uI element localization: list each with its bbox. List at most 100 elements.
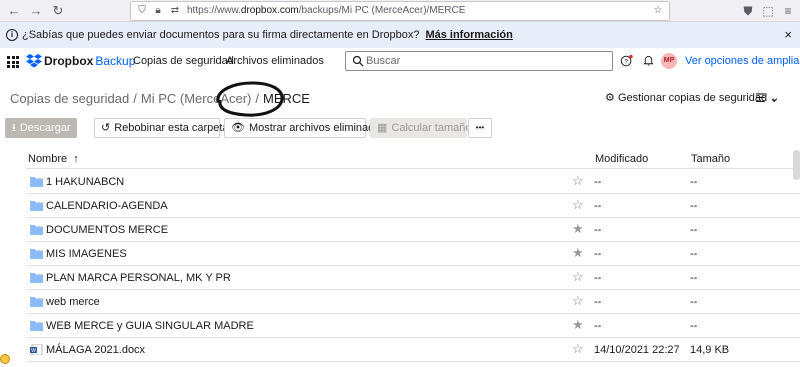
upgrade-link[interactable]: Ver opciones de ampliación <box>685 55 800 67</box>
scrollbar[interactable] <box>793 150 800 180</box>
svg-text:W: W <box>31 348 36 354</box>
star-icon[interactable]: ☆ <box>572 270 584 284</box>
star-icon[interactable]: ☆ <box>572 198 584 212</box>
eye-icon: 👁︎ <box>231 122 245 134</box>
forward-icon[interactable]: → <box>28 3 44 19</box>
browser-toolbar: ← → ↻ ⛉ 🔒︎ ⇄ https://www.dropbox.com/bac… <box>0 0 800 22</box>
gear-icon: ⚙ <box>605 92 615 104</box>
search-input[interactable]: Buscar <box>345 51 613 71</box>
star-icon[interactable]: ☆ <box>572 174 584 188</box>
modified-value: 14/10/2021 22:27 <box>594 344 680 356</box>
star-icon[interactable]: ☆ <box>572 294 584 308</box>
table-header: Nombre ↑ Modificado Tamaño <box>26 151 800 169</box>
table-row[interactable]: MIS IMAGENES ★ -- -- <box>26 242 800 266</box>
size-value: 14,9 KB <box>690 344 730 356</box>
star-filled-icon[interactable]: ★ <box>572 222 584 236</box>
search-icon <box>352 55 364 67</box>
modified-value: -- <box>594 224 602 236</box>
hand-drawn-circle-annotation <box>216 81 284 117</box>
banner-link[interactable]: Más información <box>425 29 512 41</box>
calculate-size-button[interactable]: ▦ Calcular tamaño <box>370 118 472 138</box>
bookmark-star-icon[interactable]: ☆ <box>651 4 665 18</box>
star-filled-icon[interactable]: ★ <box>572 318 584 332</box>
file-name[interactable]: DOCUMENTOS MERCE <box>46 224 168 236</box>
back-icon[interactable]: ← <box>6 3 22 19</box>
help-icon[interactable]: ? <box>619 54 635 70</box>
folder-icon <box>30 177 43 187</box>
word-document-icon: W <box>30 344 43 355</box>
file-name[interactable]: WEB MERCE y GUIA SINGULAR MADRE <box>46 320 254 332</box>
rewind-folder-button[interactable]: ↺ Rebobinar esta carpeta <box>94 118 229 138</box>
bell-icon[interactable] <box>640 54 656 70</box>
column-name[interactable]: Nombre ↑ <box>28 153 79 165</box>
nav-backups[interactable]: Copias de seguridad <box>133 55 234 67</box>
modified-value: -- <box>594 248 602 260</box>
table-row[interactable]: DOCUMENTOS MERCE ★ -- -- <box>26 218 800 242</box>
download-icon: ⭳ <box>12 122 16 134</box>
nav-deleted-files[interactable]: Archivos eliminados <box>226 55 324 67</box>
show-deleted-button[interactable]: 👁︎ Mostrar archivos eliminados <box>224 118 386 138</box>
pocket-icon[interactable]: ⛊ <box>740 3 756 19</box>
modified-value: -- <box>594 272 602 284</box>
file-name[interactable]: CALENDARIO-AGENDA <box>46 200 168 212</box>
menu-icon[interactable]: ≡ <box>780 3 796 19</box>
table-row[interactable]: WEB MERCE y GUIA SINGULAR MADRE ★ -- -- <box>26 314 800 338</box>
app-header: Dropbox Backup Copias de seguridad Archiv… <box>0 48 800 76</box>
extensions-icon[interactable]: ⬚ <box>760 3 776 19</box>
taskbar-app-icon[interactable] <box>0 354 10 364</box>
folder-icon <box>30 249 43 259</box>
size-value: -- <box>690 272 698 284</box>
column-name-label: Nombre <box>28 153 68 165</box>
size-value: -- <box>690 200 698 212</box>
star-icon[interactable]: ☆ <box>572 342 584 356</box>
folder-icon <box>30 225 43 235</box>
folder-icon <box>30 321 43 331</box>
avatar[interactable]: MP <box>661 53 677 69</box>
column-modified[interactable]: Modificado <box>595 153 648 165</box>
file-name[interactable]: MÁLAGA 2021.docx <box>46 344 145 356</box>
rewind-icon: ↺ <box>101 122 111 134</box>
show-deleted-label: Mostrar archivos eliminados <box>248 122 386 134</box>
permissions-icon[interactable]: ⇄ <box>168 4 182 18</box>
download-label: Descargar <box>19 122 71 134</box>
manage-backups-button[interactable]: ⚙ Gestionar copias de seguridad ⌄ <box>605 91 779 104</box>
size-value: -- <box>690 224 698 236</box>
search-placeholder: Buscar <box>366 55 401 67</box>
folder-icon <box>30 201 43 211</box>
lock-icon[interactable]: 🔒︎ <box>151 4 165 18</box>
address-bar[interactable]: ⛉ 🔒︎ ⇄ https://www.dropbox.com/backups/M… <box>130 1 670 21</box>
modified-value: -- <box>594 200 602 212</box>
manage-backups-label: Gestionar copias de seguridad <box>617 92 768 104</box>
close-icon[interactable]: × <box>784 27 792 42</box>
table-row[interactable]: PLAN MARCA PERSONAL, MK Y PR ☆ -- -- <box>26 266 800 290</box>
shield-icon[interactable]: ⛉ <box>135 4 149 18</box>
file-name[interactable]: MIS IMAGENES <box>46 248 127 260</box>
file-name[interactable]: web merce <box>46 296 100 308</box>
folder-icon <box>30 297 43 307</box>
breadcrumb-backups[interactable]: Copias de seguridad <box>10 91 129 106</box>
modified-value: -- <box>594 296 602 308</box>
dropbox-logo-icon[interactable] <box>26 54 42 68</box>
file-name[interactable]: PLAN MARCA PERSONAL, MK Y PR <box>46 272 231 284</box>
download-button[interactable]: ⭳ Descargar <box>5 118 77 138</box>
table-row[interactable]: CALENDARIO-AGENDA ☆ -- -- <box>26 194 800 218</box>
brand[interactable]: Dropbox Backup <box>44 54 135 68</box>
chevron-down-icon: ⌄ <box>769 91 780 105</box>
list-view-icon: ☰ <box>755 91 766 105</box>
size-value: -- <box>690 296 698 308</box>
info-banner: i ¿Sabías que puedes enviar documentos p… <box>0 22 800 48</box>
size-value: -- <box>690 248 698 260</box>
reload-icon[interactable]: ↻ <box>50 3 66 19</box>
table-row[interactable]: W MÁLAGA 2021.docx ☆ 14/10/2021 22:27 14… <box>26 338 800 362</box>
more-options-button[interactable]: ••• <box>468 118 492 138</box>
table-row[interactable]: 1 HAKUNABCN ☆ -- -- <box>26 170 800 194</box>
column-size[interactable]: Tamaño <box>691 153 730 165</box>
view-toggle[interactable]: ☰ ⌄ <box>755 91 779 105</box>
size-value: -- <box>690 320 698 332</box>
file-name[interactable]: 1 HAKUNABCN <box>46 176 124 188</box>
size-value: -- <box>690 176 698 188</box>
star-filled-icon[interactable]: ★ <box>572 246 584 260</box>
table-row[interactable]: web merce ☆ -- -- <box>26 290 800 314</box>
app-grid-icon[interactable] <box>7 56 19 68</box>
url-text[interactable]: https://www.dropbox.com/backups/Mi PC (M… <box>187 5 465 16</box>
